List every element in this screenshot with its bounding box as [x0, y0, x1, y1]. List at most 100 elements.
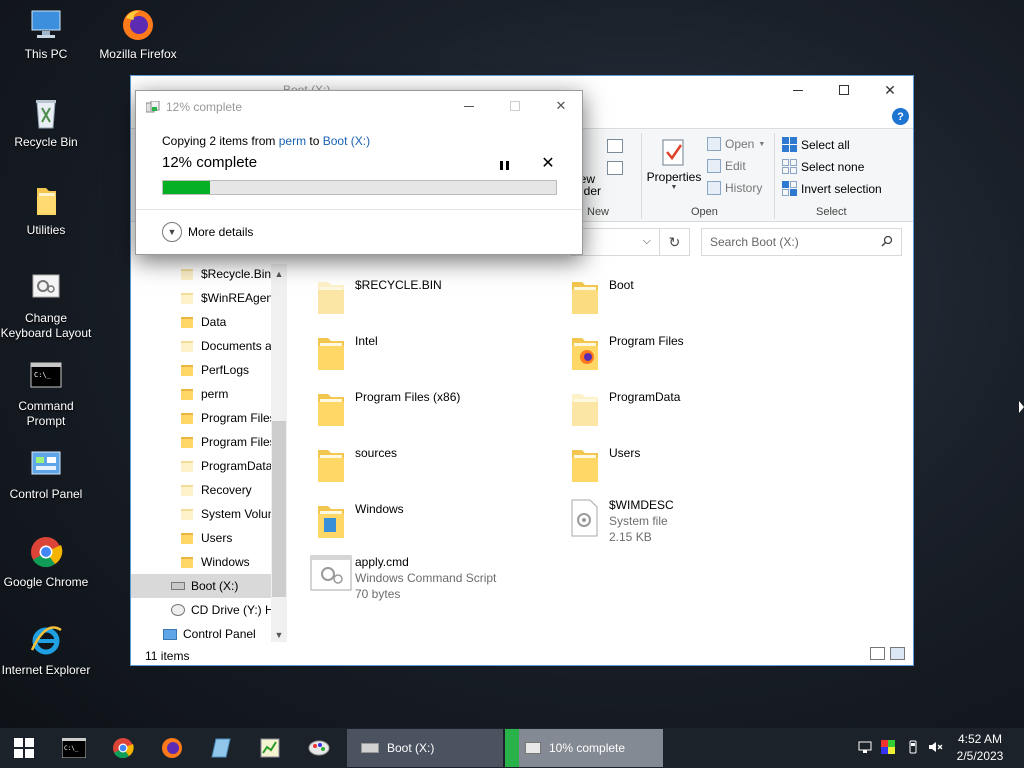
taskbar-task-explorer[interactable]: Boot (X:) [347, 729, 503, 767]
edit-button[interactable]: Edit [707, 159, 746, 173]
cancel-copy-button[interactable]: ✕ [540, 154, 556, 172]
taskbar-chrome[interactable] [99, 728, 147, 768]
details-view-icon[interactable] [870, 647, 885, 660]
desktop-icon-internet-explorer[interactable]: Internet Explorer [0, 624, 92, 678]
refresh-button[interactable]: ↻ [660, 228, 690, 256]
clock-time[interactable]: 4:52 AM [945, 732, 1015, 746]
desktop-icon-this-pc[interactable]: This PC [0, 8, 92, 62]
properties-button[interactable]: Properties ▼ [646, 135, 702, 201]
copy-source-link[interactable]: perm [279, 134, 306, 148]
start-button[interactable] [0, 728, 48, 768]
file-item-users[interactable]: Users [558, 444, 808, 494]
volume-muted-icon[interactable] [928, 740, 943, 754]
select-none-icon [782, 159, 797, 174]
nav-item-label: ProgramData [201, 459, 271, 473]
clock-date[interactable]: 2/5/2023 [945, 749, 1015, 763]
nav-item-program-files-x86[interactable]: Program Files [131, 430, 271, 454]
nav-item-system-volume[interactable]: System Volun [131, 502, 271, 526]
search-input[interactable] [702, 229, 872, 255]
pause-button[interactable] [496, 157, 512, 173]
system-file-icon [571, 499, 598, 537]
file-item-program-files-x86[interactable]: Program Files (x86) [304, 388, 554, 438]
nav-item-boot-drive[interactable]: Boot (X:) [131, 574, 271, 598]
folder-icon [181, 316, 193, 328]
copy-destination-link[interactable]: Boot (X:) [323, 134, 370, 148]
nav-item-data[interactable]: Data [131, 310, 271, 334]
display-color-icon[interactable] [881, 740, 895, 754]
nav-item-winreagent[interactable]: $WinREAgent [131, 286, 271, 310]
nav-item-label: Control Panel [183, 627, 256, 641]
file-item-program-files[interactable]: Program Files [558, 332, 808, 382]
more-details-button[interactable]: ▼ More details [162, 222, 253, 242]
help-button[interactable]: ? [892, 108, 909, 125]
ribbon-group-open-label: Open [691, 206, 718, 218]
nav-item-perm[interactable]: perm [131, 382, 271, 406]
file-item-windows[interactable]: Windows [304, 500, 554, 550]
select-none-button[interactable]: Select none [782, 159, 864, 174]
network-icon[interactable] [858, 740, 872, 754]
history-button[interactable]: History [707, 181, 762, 195]
maximize-button[interactable] [821, 76, 867, 104]
easy-access-button[interactable] [607, 161, 623, 175]
desktop-icon-command-prompt[interactable]: C:\_ Command Prompt [0, 360, 92, 429]
address-bar[interactable]: ⌵ [571, 228, 660, 256]
file-item-intel[interactable]: Intel [304, 332, 554, 382]
nav-item-control-panel[interactable]: Control Panel [131, 622, 271, 646]
file-item-apply-cmd[interactable]: apply.cmd Windows Command Script 70 byte… [304, 553, 554, 617]
dialog-close-button[interactable]: ✕ [538, 95, 584, 117]
desktop-icon-chrome[interactable]: Google Chrome [0, 536, 92, 590]
folder-icon [181, 556, 193, 568]
file-item-programdata[interactable]: ProgramData [558, 388, 808, 438]
minimize-button[interactable] [775, 76, 821, 104]
file-name: Boot [609, 278, 634, 292]
navigation-pane[interactable]: $Recycle.Bin $WinREAgent Data Documents … [131, 262, 287, 642]
cd-drive-icon [171, 604, 185, 616]
pause-icon [499, 160, 503, 170]
taskbar-firefox[interactable] [148, 728, 196, 768]
nav-item-recycle-bin-folder[interactable]: $Recycle.Bin [131, 262, 271, 286]
scroll-down-button[interactable]: ▼ [271, 627, 287, 643]
copy-to-text: to [306, 134, 323, 148]
copy-progress-dialog[interactable]: 12% complete ✕ Copying 2 items from perm… [135, 90, 583, 255]
folder-icon [318, 338, 344, 370]
nav-item-programdata[interactable]: ProgramData [131, 454, 271, 478]
dialog-minimize-button[interactable] [446, 95, 492, 117]
taskbar-task-manager[interactable] [246, 728, 294, 768]
navigation-scrollbar-thumb[interactable] [272, 421, 286, 597]
desktop-icon-keyboard-layout[interactable]: Change Keyboard Layout [0, 272, 92, 341]
search-box[interactable] [701, 228, 902, 256]
file-item-wimdesc[interactable]: $WIMDESC System file 2.15 KB [558, 496, 808, 560]
nav-item-windows[interactable]: Windows [131, 550, 271, 574]
nav-item-cd-drive[interactable]: CD Drive (Y:) H [131, 598, 271, 622]
desktop-icon-firefox[interactable]: Mozilla Firefox [92, 8, 184, 62]
taskbar-task-copy-progress[interactable]: 10% complete [505, 729, 663, 767]
taskbar-notepad[interactable] [197, 728, 245, 768]
nav-item-program-files[interactable]: Program Files [131, 406, 271, 430]
nav-item-perflogs[interactable]: PerfLogs [131, 358, 271, 382]
desktop-icon-recycle-bin[interactable]: Recycle Bin [0, 96, 92, 150]
close-button[interactable]: ✕ [867, 76, 913, 104]
new-item-button[interactable] [607, 139, 623, 153]
usb-device-icon[interactable] [906, 740, 920, 754]
large-icons-view-icon[interactable] [890, 647, 905, 660]
select-all-button[interactable]: Select all [782, 137, 850, 152]
dialog-maximize-button [492, 95, 538, 117]
open-button[interactable]: Open ▼ [707, 137, 765, 151]
ribbon-group-new-label: New [587, 206, 610, 218]
scroll-up-button[interactable]: ▲ [271, 266, 287, 282]
program-files-folder-icon [572, 338, 598, 370]
ribbon-separator [774, 133, 775, 219]
close-icon: ✕ [884, 81, 896, 98]
invert-selection-button[interactable]: Invert selection [782, 181, 882, 196]
file-item-boot[interactable]: Boot [558, 276, 808, 326]
file-item-sources[interactable]: sources [304, 444, 554, 494]
nav-item-recovery[interactable]: Recovery [131, 478, 271, 502]
desktop-icon-label: Recycle Bin [14, 135, 78, 149]
taskbar-command-prompt[interactable]: C:\_ [50, 728, 98, 768]
desktop-icon-utilities[interactable]: Utilities [0, 184, 92, 238]
taskbar-paint[interactable] [295, 728, 343, 768]
file-item-recycle-bin[interactable]: $RECYCLE.BIN [304, 276, 554, 326]
desktop-icon-control-panel[interactable]: Control Panel [0, 448, 92, 502]
nav-item-documents[interactable]: Documents a [131, 334, 271, 358]
nav-item-users[interactable]: Users [131, 526, 271, 550]
